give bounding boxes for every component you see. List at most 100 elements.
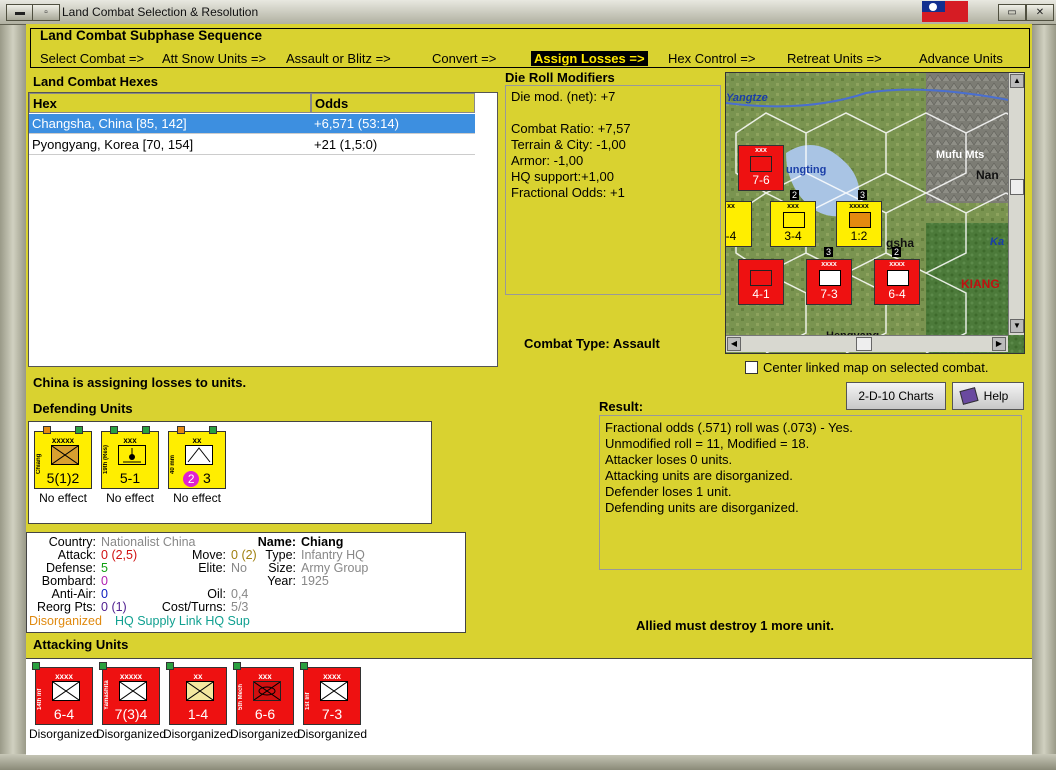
scroll-left-arrow-icon[interactable]: ◀ — [727, 337, 741, 351]
attacker-unit-counter[interactable]: xxxx 1st Inf 7-3 — [300, 662, 361, 725]
attacker-unit-counter[interactable]: xxxxx Yamashita 7(3)4 — [99, 662, 160, 725]
hex-cell: Changsha, China [85, 142] — [32, 116, 187, 131]
status-dot-icon — [110, 426, 118, 434]
infantry-symbol-icon — [186, 681, 214, 701]
table-row[interactable]: Changsha, China [85, 142] +6,571 (53:14) — [29, 114, 475, 134]
scroll-right-arrow-icon[interactable]: ▶ — [992, 337, 1006, 351]
vertical-scroll-thumb[interactable] — [1010, 179, 1024, 195]
maximize-button[interactable]: ▭ — [998, 4, 1026, 21]
right-frame-border — [1032, 24, 1056, 754]
armor-symbol-icon — [750, 156, 772, 172]
step-advance-units: Advance Units — [919, 51, 1003, 66]
bottom-frame-border — [0, 754, 1056, 770]
center-map-checkbox[interactable] — [745, 361, 758, 374]
stack-count-badge: 3 — [858, 190, 868, 200]
defending-section-title: Defending Units — [33, 401, 133, 416]
stack-count-badge: 2 — [892, 247, 902, 257]
die-mod-line: HQ support:+1,00 — [511, 169, 614, 184]
status-dot-icon — [32, 662, 40, 670]
oil-value: 0,4 — [231, 587, 249, 601]
hexes-section-title: Land Combat Hexes — [33, 74, 158, 89]
step-convert: Convert => — [432, 51, 497, 66]
left-frame-border — [0, 24, 26, 754]
infantry-symbol-icon — [887, 270, 909, 286]
attacker-unit-counter[interactable]: xxx 5th Mech 6-6 — [233, 662, 294, 725]
status-dot-icon — [233, 662, 241, 670]
map-unit-counter[interactable]: 4-1 — [738, 259, 784, 305]
result-line: Attacking units are disorganized. — [605, 468, 793, 483]
map-label: Ka — [990, 236, 1004, 248]
map-vertical-scrollbar[interactable]: ▲ ▼ — [1008, 73, 1024, 335]
stack-count-badge: 3 — [824, 247, 834, 257]
unit-caption: Disorganized — [229, 727, 301, 741]
col-header-hex[interactable]: Hex — [29, 93, 311, 113]
reorg-label: Reorg Pts: — [36, 600, 96, 614]
status-dot-icon — [99, 662, 107, 670]
unit-caption: Disorganized — [296, 727, 368, 741]
map-unit-counter[interactable]: xxxx 7-3 — [806, 259, 852, 305]
horizontal-scroll-thumb[interactable] — [856, 337, 872, 351]
unit-caption: Disorganized — [28, 727, 100, 741]
allied-message: Allied must destroy 1 more unit. — [636, 618, 834, 633]
charts-button[interactable]: 2-D-10 Charts — [846, 382, 946, 410]
unit-caption: No effect — [173, 491, 221, 505]
type-label: Type: — [265, 548, 296, 562]
defender-unit-counter[interactable]: xx 40 mm 2 3 — [168, 426, 226, 489]
hq-symbol-icon — [849, 212, 871, 228]
artillery-symbol-icon — [118, 445, 146, 465]
attacker-unit-counter[interactable]: xx 1-4 — [166, 662, 227, 725]
map-label: Mufu Mts — [936, 149, 984, 161]
center-map-label: Center linked map on selected combat. — [763, 360, 989, 375]
map-unit-counter[interactable]: xxxxx 1:2 — [836, 201, 882, 247]
hq-symbol-icon — [51, 445, 79, 465]
odds-cell: +21 (1,5:0) — [314, 137, 378, 152]
map-horizontal-scrollbar[interactable]: ◀ ▶ — [726, 335, 1008, 352]
defender-unit-counter[interactable]: xxxxx Chiang 5(1)2 — [34, 426, 92, 489]
col-header-odds[interactable]: Odds — [311, 93, 475, 113]
die-mod-line: Armor: -1,00 — [511, 153, 584, 168]
year-label: Year: — [267, 574, 296, 588]
status-message: China is assigning losses to units. — [33, 375, 247, 390]
map-unit-counter[interactable]: xxx 7-6 — [738, 145, 784, 191]
map-label: Nan — [976, 168, 999, 182]
infantry-symbol-icon — [320, 681, 348, 701]
unit-caption: No effect — [39, 491, 87, 505]
defender-unit-counter[interactable]: xxx 19th (Res) 5-1 — [101, 426, 159, 489]
scroll-up-arrow-icon[interactable]: ▲ — [1010, 74, 1024, 88]
name-label: Name: — [257, 535, 296, 549]
defense-label: Defense: — [45, 561, 96, 575]
table-row[interactable]: Pyongyang, Korea [70, 154] +21 (1,5:0) — [29, 135, 475, 155]
unit-caption: Disorganized — [95, 727, 167, 741]
map-unit-counter[interactable]: xxx 3-4 — [770, 201, 816, 247]
map-label: ungting — [786, 164, 826, 176]
close-button[interactable]: ✕ — [1026, 4, 1054, 21]
result-title: Result: — [599, 399, 644, 414]
unit-caption: Disorganized — [162, 727, 234, 741]
cavalry-symbol-icon — [783, 212, 805, 228]
cost-label: Cost/Turns: — [161, 600, 226, 614]
result-line: Attacker loses 0 units. — [605, 452, 733, 467]
odds-cell: +6,571 (53:14) — [314, 116, 399, 131]
size-label: Size: — [268, 561, 296, 575]
help-button[interactable]: Help — [952, 382, 1024, 410]
minimize-button[interactable]: ▬ — [6, 4, 34, 21]
map-unit-counter[interactable]: xx -4 — [726, 201, 752, 247]
attacker-unit-counter[interactable]: xxxx 14th Inf 6-4 — [32, 662, 93, 725]
map-label: KIANG — [961, 277, 1000, 291]
result-line: Defending units are disorganized. — [605, 500, 799, 515]
size-value: Army Group — [301, 561, 369, 575]
map-unit-counter[interactable]: xxxx 6-4 — [874, 259, 920, 305]
die-roll-title: Die Roll Modifiers — [505, 70, 615, 85]
attack-value: 0 (2,5) — [101, 548, 138, 562]
status-dot-icon — [300, 662, 308, 670]
disorganized-status: Disorganized — [29, 614, 102, 628]
scroll-down-arrow-icon[interactable]: ▼ — [1010, 319, 1024, 333]
reorg-value: 0 (1) — [101, 600, 127, 614]
mech-symbol-icon — [253, 681, 281, 701]
step-assault-or-blitz: Assault or Blitz => — [286, 51, 391, 66]
linked-map[interactable]: Yangtze ungting Mufu Mts Nan gsha Ka KIA… — [725, 72, 1025, 354]
step-att-snow-units: Att Snow Units => — [162, 51, 267, 66]
infantry-symbol-icon — [819, 270, 841, 286]
restore-button[interactable]: ▫ — [32, 4, 60, 21]
unit-caption: No effect — [106, 491, 154, 505]
